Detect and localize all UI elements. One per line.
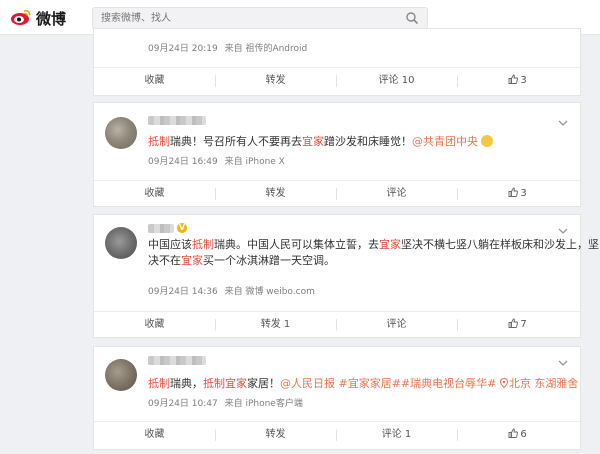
text-segment: 瑞典， [170, 377, 203, 390]
weibo-post-card: V 中国应该抵制瑞典。中国人民可以集体立誓，去宜家坚决不横七竖八躺在样板床和沙发… [93, 214, 599, 338]
post-source: 来自 微博 weibo.com [224, 287, 315, 297]
highlight-keyword[interactable]: 宜家 [379, 238, 401, 251]
text-segment: 瑞典！号召所有人不要再去 [170, 135, 302, 148]
location-text: 北京 东湖雅舍 [508, 377, 579, 390]
post-text: 抵制瑞典！号召所有人不要再去宜家蹭沙发和床睡觉！@共青团中央 [148, 134, 554, 150]
text-segment: 瑞典。中国人民可以集体立誓，去 [214, 238, 379, 251]
post-actions: 收藏 转发 评论 3 [94, 180, 580, 206]
like-button[interactable]: 6 [457, 422, 578, 448]
username-blurred[interactable] [148, 116, 206, 125]
highlight-keyword[interactable]: 抵制 [148, 135, 170, 148]
highlight-keyword[interactable]: 宜家 [302, 135, 324, 148]
post-meta: 09月24日 20:19 来自 祖传的Android [148, 41, 311, 54]
like-button[interactable]: 3 [457, 68, 578, 94]
collect-button[interactable]: 收藏 [94, 181, 215, 207]
search-icon[interactable] [405, 11, 419, 25]
comment-button[interactable]: 评论 1 [336, 422, 457, 448]
highlight-keyword[interactable]: 抵制 [148, 377, 170, 390]
highlight-keyword[interactable]: 抵制宜家 [203, 377, 247, 390]
username-blurred[interactable] [148, 224, 174, 233]
thumb-up-icon [508, 428, 519, 438]
text-segment: 家居！ [247, 377, 280, 390]
thumb-up-icon [508, 187, 519, 197]
post-source: 来自 iPhone客户端 [224, 399, 303, 409]
post-time[interactable]: 09月24日 20:19 [148, 44, 218, 54]
collect-button[interactable]: 收藏 [94, 68, 215, 94]
post-text: 抵制瑞典，抵制宜家家居！@人民日报 #宜家家居##瑞典电视台辱华# 北京 东湖雅… [148, 376, 578, 392]
text-segment: 坚决不横七竖八躺在样板床和沙发上，坚 [401, 238, 599, 251]
search-box[interactable] [92, 7, 428, 29]
post-source: 来自 祖传的Android [224, 44, 308, 54]
like-count: 6 [520, 429, 527, 440]
comment-button[interactable]: 评论 [336, 312, 457, 338]
text-segment: 中国应该 [148, 238, 192, 251]
post-actions: 收藏 转发 评论 10 3 [94, 67, 580, 93]
post-time[interactable]: 09月24日 16:49 [148, 157, 218, 167]
repost-button[interactable]: 转发 1 [215, 312, 336, 338]
thumb-up-icon [508, 318, 519, 328]
search-input[interactable] [93, 8, 393, 28]
weibo-post-card: 抵制瑞典！号召所有人不要再去宜家蹭沙发和床睡觉！@共青团中央 09月24日 16… [93, 102, 581, 207]
location-pin-icon [499, 378, 508, 388]
weibo-eye-icon [11, 10, 31, 25]
thumb-up-icon [508, 74, 519, 84]
post-text: 中国应该抵制瑞典。中国人民可以集体立誓，去宜家坚决不横七竖八躺在样板床和沙发上，… [148, 237, 599, 269]
weibo-post-card: 09月24日 20:19 来自 祖传的Android 收藏 转发 评论 10 3 [93, 28, 581, 96]
avatar[interactable] [105, 117, 137, 149]
like-count: 7 [520, 319, 527, 330]
post-time[interactable]: 09月24日 10:47 [148, 399, 218, 409]
like-button[interactable]: 7 [457, 312, 578, 338]
verified-badge: V [177, 223, 187, 233]
mention-link[interactable]: @共青团中央 [412, 135, 478, 148]
weibo-logo[interactable]: 微博 [10, 6, 80, 28]
text-segment: 买一个冰淇淋蹭一天空调。 [203, 254, 335, 267]
location-link[interactable]: 北京 东湖雅舍 [499, 377, 579, 390]
text-segment: 决不在 [148, 254, 181, 267]
post-time[interactable]: 09月24日 14:36 [148, 287, 218, 297]
avatar[interactable] [105, 359, 137, 391]
repost-button[interactable]: 转发 [215, 68, 336, 94]
post-actions: 收藏 转发 评论 1 6 [94, 421, 580, 447]
like-button[interactable]: 3 [457, 181, 578, 207]
post-meta: 09月24日 14:36 来自 微博 weibo.com [148, 284, 319, 297]
comment-button[interactable]: 评论 10 [336, 68, 457, 94]
collect-button[interactable]: 收藏 [94, 312, 215, 338]
topic-link[interactable]: #宜家家居##瑞典电视台辱华# [339, 377, 497, 390]
repost-button[interactable]: 转发 [215, 181, 336, 207]
chevron-down-icon[interactable] [558, 359, 568, 367]
text-segment: 蹭沙发和床睡觉！ [324, 135, 412, 148]
post-meta: 09月24日 10:47 来自 iPhone客户端 [148, 396, 307, 409]
highlight-keyword[interactable]: 抵制 [192, 238, 214, 251]
post-source: 来自 iPhone X [224, 157, 285, 167]
chevron-down-icon[interactable] [558, 119, 568, 127]
username-blurred[interactable] [148, 356, 206, 365]
post-meta: 09月24日 16:49 来自 iPhone X [148, 154, 289, 167]
comment-button[interactable]: 评论 [336, 181, 457, 207]
mention-link[interactable]: @人民日报 [280, 377, 335, 390]
like-count: 3 [520, 188, 527, 199]
collect-button[interactable]: 收藏 [94, 422, 215, 448]
avatar[interactable] [105, 227, 137, 259]
highlight-keyword[interactable]: 宜家 [181, 254, 203, 267]
like-count: 3 [520, 75, 527, 86]
repost-button[interactable]: 转发 [215, 422, 336, 448]
emoji-icon [481, 135, 493, 147]
logo-text: 微博 [36, 10, 67, 28]
weibo-post-card: 抵制瑞典，抵制宜家家居！@人民日报 #宜家家居##瑞典电视台辱华# 北京 东湖雅… [93, 346, 581, 450]
post-actions: 收藏 转发 1 评论 7 [94, 311, 580, 337]
chevron-down-icon[interactable] [558, 227, 568, 235]
